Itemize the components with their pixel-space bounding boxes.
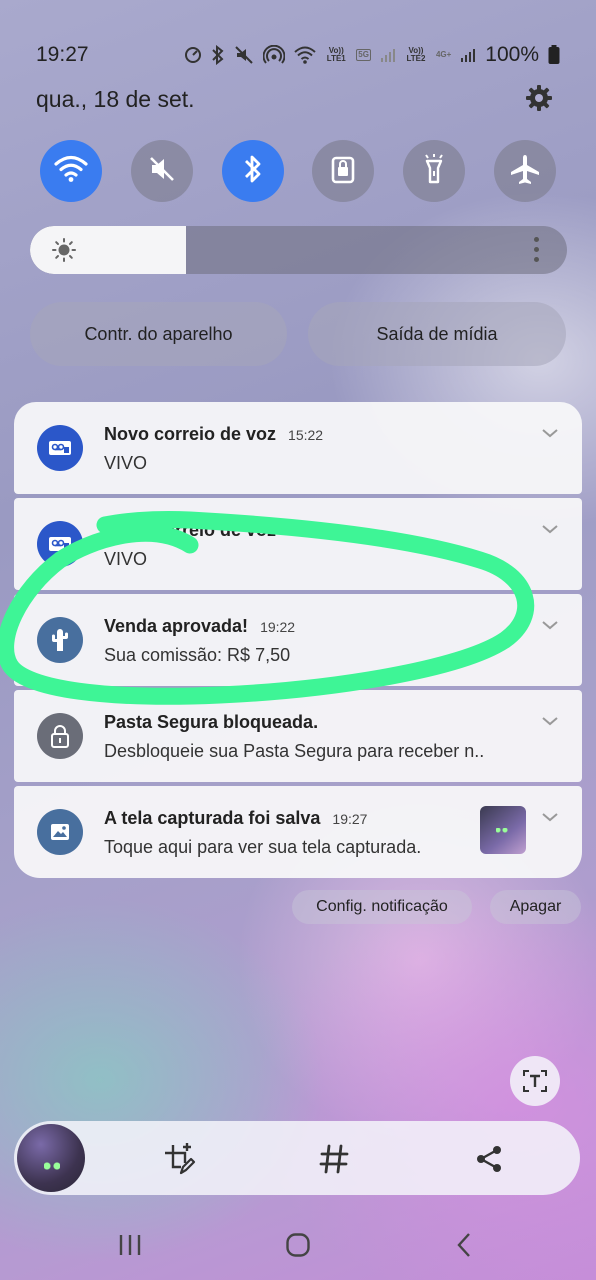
notification-list: Novo correio de voz 15:22 VIVO Novo corr…	[14, 402, 582, 882]
airplane-icon	[509, 153, 541, 190]
clear-all-button[interactable]: Apagar	[490, 890, 581, 924]
notification-header: Novo correio de voz 15:22	[104, 424, 323, 445]
text-extract-icon[interactable]	[510, 1056, 560, 1106]
notification-voicemail[interactable]: Novo correio de voz VIVO	[14, 498, 582, 590]
bluetooth-icon	[243, 153, 263, 190]
brightness-sun-icon	[52, 238, 76, 262]
bluetooth-icon	[211, 45, 225, 65]
signal-icon	[380, 47, 396, 63]
notification-title: Novo correio de voz	[104, 520, 277, 540]
signal-icon	[460, 47, 476, 63]
lock-icon	[37, 713, 83, 759]
notification-body: VIVO	[104, 453, 148, 473]
toggle-wifi[interactable]	[40, 140, 102, 202]
notification-body: Toque aqui para ver sua tela capturada.	[104, 837, 422, 857]
sim2-label: Vo)) LTE2	[406, 46, 426, 63]
home-icon[interactable]	[282, 1231, 314, 1259]
notification-time: 15:22	[288, 427, 324, 443]
recents-icon[interactable]	[114, 1231, 146, 1259]
notification-sale-approved[interactable]: Venda aprovada! 19:22 Sua comissão: R$ 7…	[14, 594, 582, 686]
brightness-more-icon[interactable]	[534, 237, 539, 262]
back-icon[interactable]	[448, 1231, 480, 1259]
toggle-bluetooth[interactable]	[221, 140, 284, 202]
media-output-button[interactable]: Saída de mídia	[308, 302, 566, 366]
lock-icon	[330, 154, 356, 189]
nfc-icon	[184, 46, 202, 64]
notification-screenshot-saved[interactable]: A tela capturada foi salva 19:27 Toque a…	[14, 786, 582, 878]
notification-secure-folder[interactable]: Pasta Segura bloqueada. Desbloqueie sua …	[14, 690, 582, 782]
chevron-down-icon[interactable]	[540, 714, 560, 728]
battery-icon	[548, 45, 560, 65]
battery-percent: 100%	[485, 43, 539, 66]
quick-toggles	[40, 140, 556, 202]
status-bar: 19:27 Vo)) LTE1 5G Vo)) LTE2 4G+ 100%	[36, 40, 560, 70]
notification-voicemail[interactable]: Novo correio de voz 15:22 VIVO	[14, 402, 582, 494]
date-label: qua., 18 de set.	[36, 86, 195, 112]
settings-gear-icon[interactable]	[525, 84, 553, 112]
notification-body: VIVO	[104, 549, 148, 569]
image-icon	[37, 809, 83, 855]
screenshot-thumbnail[interactable]	[480, 806, 526, 854]
notification-body: Desbloqueie sua Pasta Segura para recebe…	[104, 741, 485, 761]
notification-header: Novo correio de voz	[104, 520, 288, 541]
status-icons: Vo)) LTE1 5G Vo)) LTE2 4G+ 100%	[184, 43, 560, 67]
hashtag-icon[interactable]	[316, 1141, 352, 1177]
wifi-icon	[54, 155, 88, 188]
screenshot-toolbar	[14, 1121, 580, 1195]
share-icon[interactable]	[471, 1141, 507, 1177]
chevron-down-icon[interactable]	[540, 618, 560, 632]
toggle-rotation-lock[interactable]	[312, 140, 375, 202]
hotspot-icon	[263, 45, 286, 65]
cactus-icon	[37, 617, 83, 663]
notification-title: Novo correio de voz	[104, 424, 277, 444]
notification-time: 19:27	[332, 811, 368, 827]
navigation-bar	[0, 1225, 596, 1265]
notification-body: Sua comissão: R$ 7,50	[104, 645, 291, 665]
chevron-down-icon[interactable]	[540, 426, 560, 440]
notification-title: Venda aprovada!	[104, 616, 249, 636]
net1-label: 5G	[356, 49, 371, 61]
brightness-slider[interactable]	[30, 226, 567, 274]
chevron-down-icon[interactable]	[540, 810, 560, 824]
notification-title: A tela capturada foi salva	[104, 808, 321, 828]
wifi-icon	[294, 46, 316, 64]
notification-time: 19:22	[260, 619, 296, 635]
chevron-down-icon[interactable]	[540, 522, 560, 536]
screenshot-preview[interactable]	[17, 1124, 85, 1192]
flashlight-icon	[421, 153, 447, 190]
voicemail-icon	[37, 425, 83, 471]
status-time: 19:27	[36, 43, 89, 66]
mute-icon	[234, 45, 254, 65]
toggle-airplane[interactable]	[493, 140, 556, 202]
net2-label: 4G+	[435, 50, 452, 59]
voicemail-icon	[37, 521, 83, 567]
notification-settings-button[interactable]: Config. notificação	[292, 890, 472, 924]
crop-edit-icon[interactable]	[161, 1141, 197, 1177]
notification-title: Pasta Segura bloqueada.	[104, 712, 319, 732]
notification-header: A tela capturada foi salva 19:27	[104, 808, 367, 829]
toggle-flashlight[interactable]	[403, 140, 466, 202]
notification-header: Venda aprovada! 19:22	[104, 616, 295, 637]
sim1-label: Vo)) LTE1	[326, 46, 346, 63]
notification-header: Pasta Segura bloqueada.	[104, 712, 330, 733]
device-control-button[interactable]: Contr. do aparelho	[30, 302, 287, 366]
toggle-sound[interactable]	[130, 140, 193, 202]
mute-icon	[147, 154, 177, 189]
